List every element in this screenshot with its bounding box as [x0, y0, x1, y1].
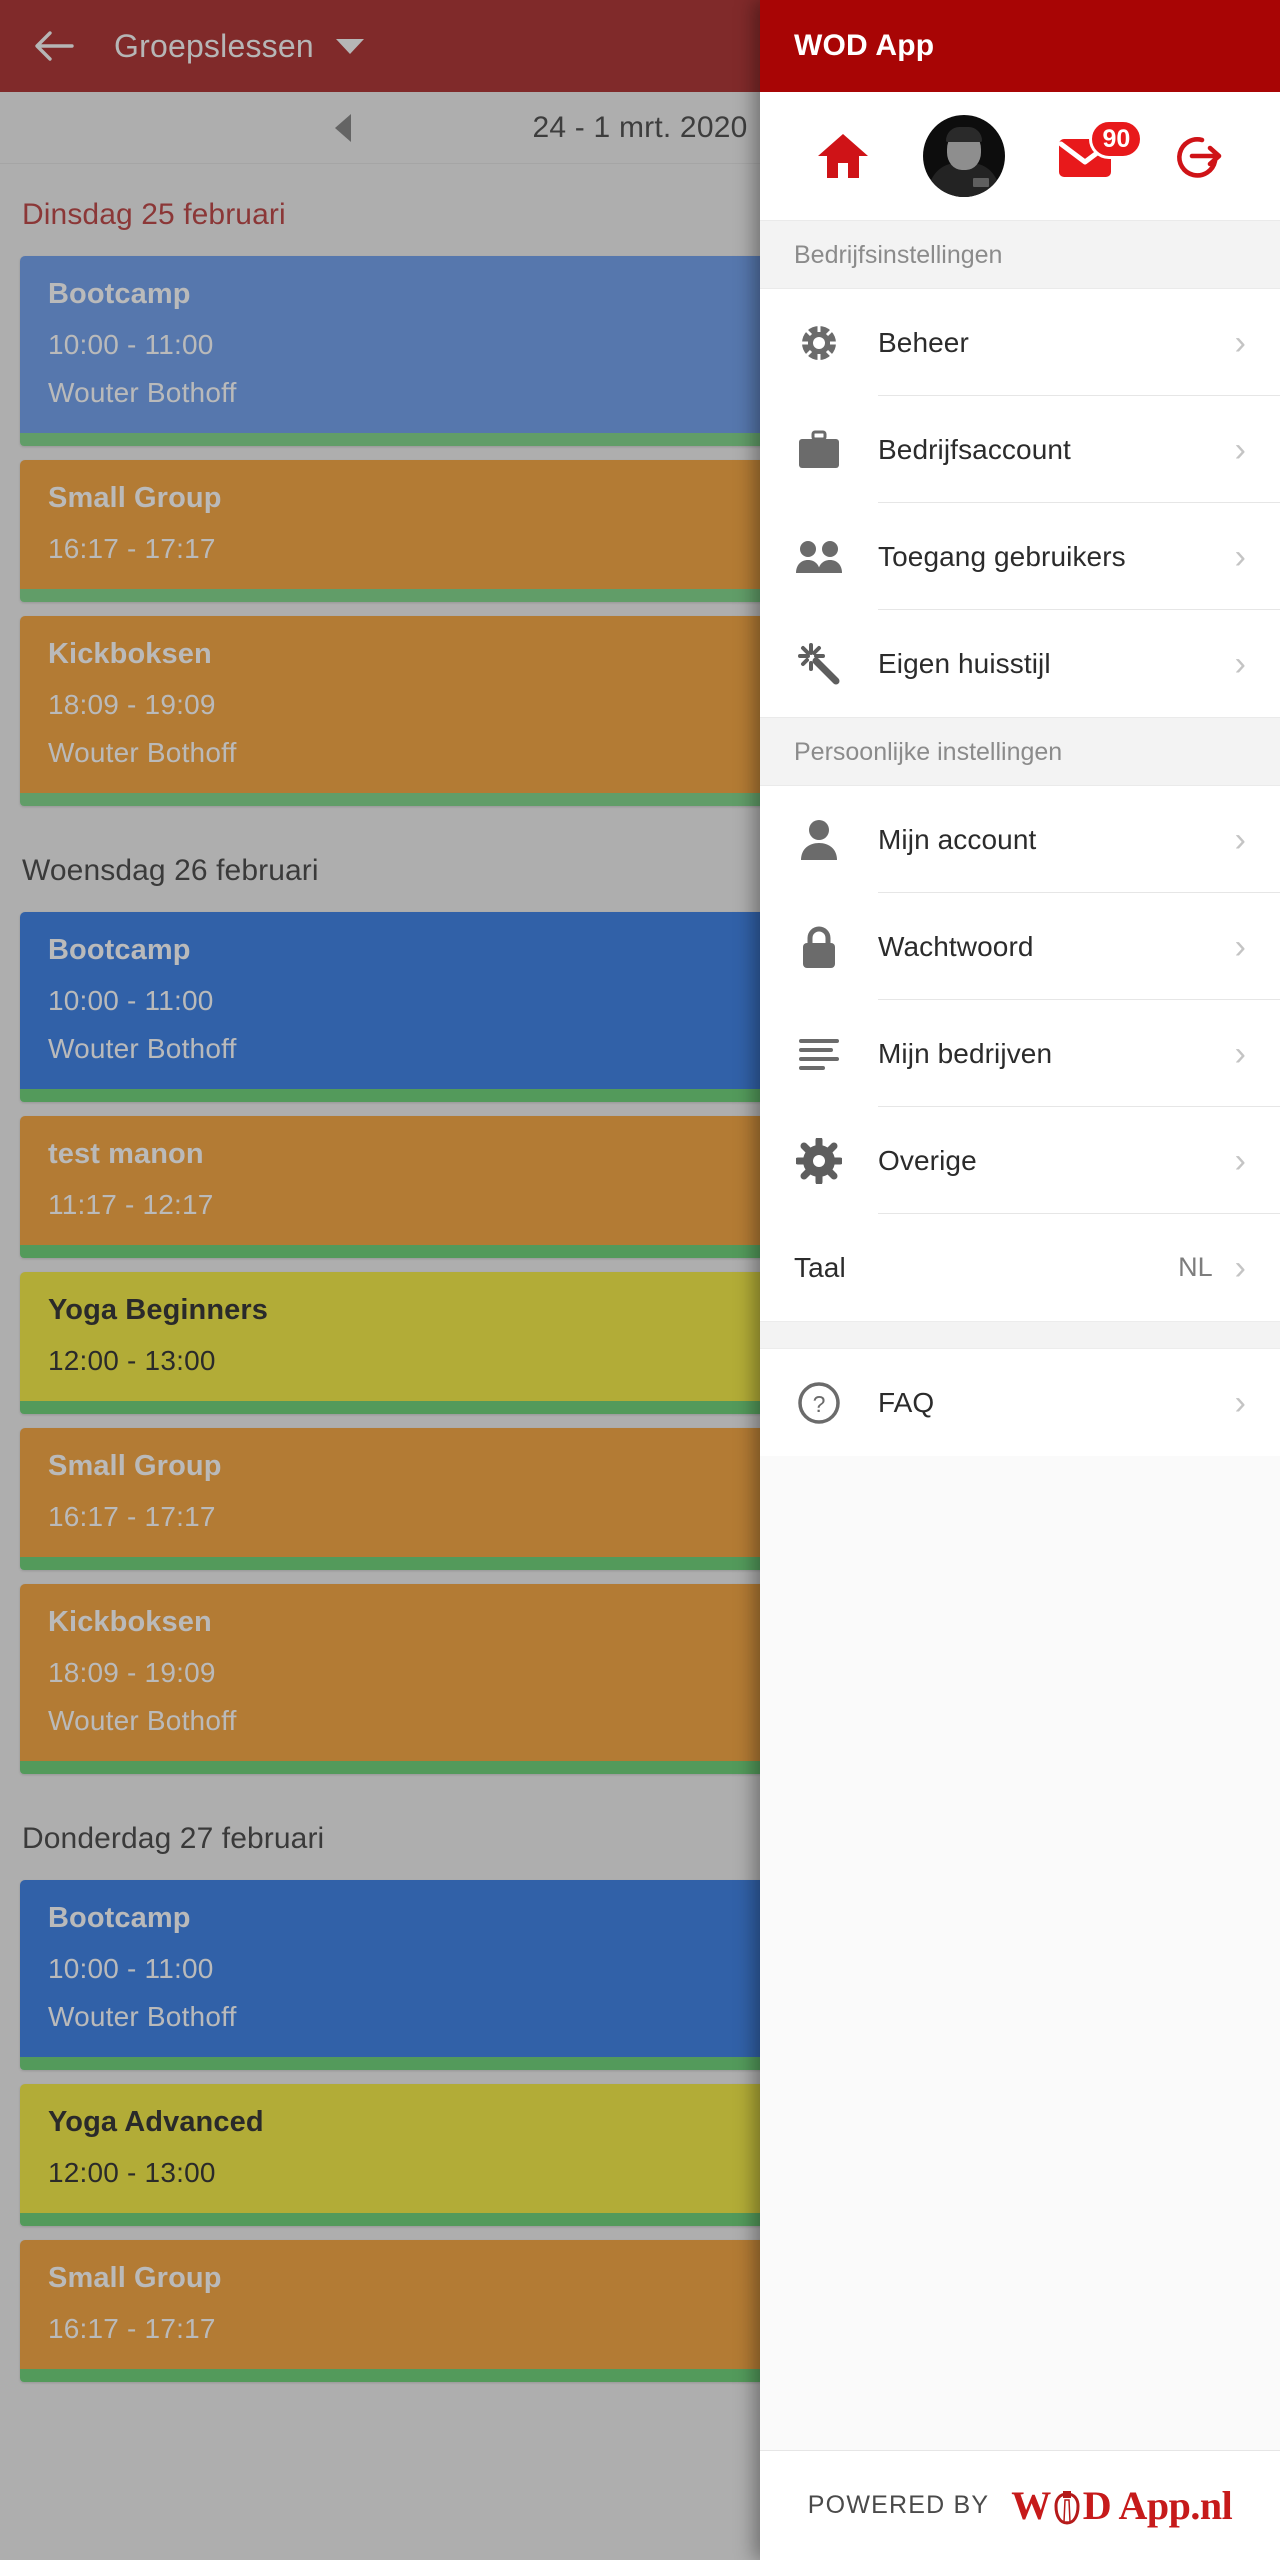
- chevron-right-icon: ›: [1234, 1141, 1246, 1180]
- menu-item-label: Mijn bedrijven: [878, 1037, 1053, 1069]
- menu-item-taal[interactable]: Taal NL ›: [760, 1214, 1280, 1321]
- chevron-right-icon: ›: [1234, 537, 1246, 576]
- logo-text-right: D App.nl: [1082, 2483, 1233, 2528]
- logo-text-left: W: [1011, 2483, 1051, 2528]
- menu-item-bedrijfsaccount[interactable]: Bedrijfsaccount ›: [760, 396, 1280, 503]
- settings-icon: [760, 1137, 878, 1184]
- app-root: Groepslessen 24 - 1 mrt. 2020 Dinsdag 25…: [0, 0, 1280, 2560]
- chevron-right-icon: ›: [1234, 1248, 1246, 1287]
- chevron-right-icon: ›: [1234, 820, 1246, 859]
- lock-icon: [760, 924, 878, 970]
- drawer-header: WOD App: [760, 0, 1280, 92]
- week-range-label: 24 - 1 mrt. 2020: [532, 110, 748, 144]
- drawer-footer: POWERED BY W D App.nl: [760, 2450, 1280, 2560]
- menu-section-header: Bedrijfsinstellingen: [760, 220, 1280, 289]
- person-icon: [760, 818, 878, 862]
- avatar-hair: [945, 127, 982, 142]
- chevron-right-icon: ›: [1234, 430, 1246, 469]
- menu-item-value: NL: [1178, 1252, 1213, 1282]
- wodapp-logo[interactable]: W D App.nl: [1011, 2482, 1232, 2529]
- chevron-right-icon: ›: [1234, 1034, 1246, 1073]
- avatar[interactable]: [922, 115, 1005, 197]
- home-icon[interactable]: [816, 130, 870, 182]
- menu-item-faq[interactable]: ? FAQ ›: [760, 1349, 1280, 1456]
- menu-item-beheer[interactable]: Beheer ›: [760, 289, 1280, 396]
- avatar-image: [922, 115, 1005, 197]
- menu-item-wachtwoord[interactable]: Wachtwoord ›: [760, 893, 1280, 1000]
- avatar-shirt-logo: [972, 178, 989, 187]
- menu-item-label: Mijn account: [878, 823, 1037, 855]
- menu-section-header: Persoonlijke instellingen: [760, 717, 1280, 786]
- triangle-left-icon[interactable]: [335, 113, 351, 142]
- page-title: Groepslessen: [114, 27, 314, 64]
- gear-icon: [760, 320, 878, 366]
- settings-drawer: WOD App 90 Bedrijfsinstellingen Beheer ›…: [760, 0, 1280, 2560]
- logout-icon[interactable]: [1170, 130, 1224, 182]
- menu-item-label: Taal: [794, 1251, 846, 1283]
- chevron-right-icon: ›: [1234, 1383, 1246, 1422]
- chevron-right-icon: ›: [1234, 927, 1246, 966]
- briefcase-icon: [760, 429, 878, 471]
- arrow-left-icon[interactable]: [28, 20, 80, 72]
- menu-section-gap: [760, 1321, 1280, 1349]
- people-icon: [760, 537, 878, 577]
- menu-item-eigen-huisstijl[interactable]: Eigen huisstijl ›: [760, 610, 1280, 717]
- chevron-right-icon: ›: [1234, 323, 1246, 362]
- menu-item-label: Beheer: [878, 326, 969, 358]
- drawer-spacer: [760, 1456, 1280, 2450]
- drawer-menu: Bedrijfsinstellingen Beheer › Bedrijfsaccou…: [760, 220, 1280, 1456]
- magic-wand-icon: [760, 641, 878, 687]
- powered-by-label: POWERED BY: [807, 2491, 990, 2519]
- list-icon: [760, 1036, 878, 1072]
- menu-item-mijn-account[interactable]: Mijn account ›: [760, 786, 1280, 893]
- help-circle-icon: ?: [760, 1380, 878, 1426]
- menu-item-label: FAQ: [878, 1386, 935, 1418]
- mail-icon[interactable]: 90: [1057, 119, 1144, 179]
- drawer-title: WOD App: [794, 29, 935, 62]
- chevron-down-icon[interactable]: [335, 38, 364, 54]
- menu-item-toegang-gebruikers[interactable]: Toegang gebruikers ›: [760, 503, 1280, 610]
- menu-item-label: Overige: [878, 1144, 977, 1176]
- mail-badge-count: 90: [1089, 119, 1144, 159]
- menu-item-mijn-bedrijven[interactable]: Mijn bedrijven ›: [760, 1000, 1280, 1107]
- drawer-quick-actions: 90: [760, 92, 1280, 220]
- chevron-right-icon: ›: [1234, 644, 1246, 683]
- kettlebell-icon: [1052, 2488, 1082, 2525]
- menu-item-label: Toegang gebruikers: [878, 540, 1126, 572]
- menu-item-label: Eigen huisstijl: [878, 647, 1051, 679]
- menu-item-label: Bedrijfsaccount: [878, 433, 1071, 465]
- svg-text:?: ?: [813, 1391, 826, 1417]
- menu-item-overige[interactable]: Overige ›: [760, 1107, 1280, 1214]
- menu-item-label: Wachtwoord: [878, 930, 1034, 962]
